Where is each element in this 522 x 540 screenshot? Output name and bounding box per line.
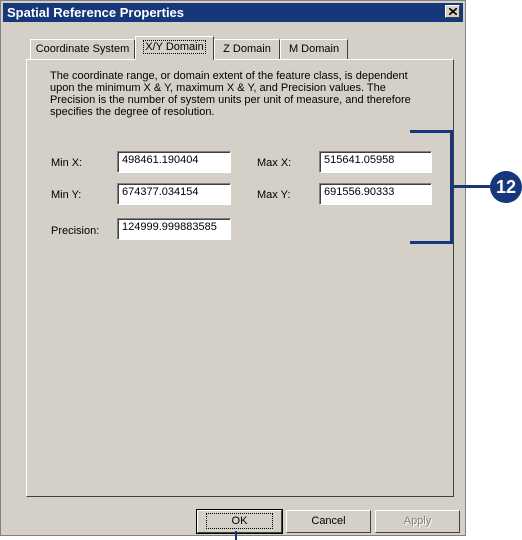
- cancel-label: Cancel: [311, 515, 346, 527]
- max-x-input[interactable]: 515641.05958: [319, 151, 432, 173]
- xy-domain-panel: [26, 59, 454, 497]
- max-y-input[interactable]: 691556.90333: [319, 183, 432, 205]
- window-title: Spatial Reference Properties: [7, 5, 185, 20]
- tab-coordinate-system[interactable]: Coordinate System: [30, 39, 135, 59]
- tab-m-domain[interactable]: M Domain: [280, 39, 348, 59]
- ok-button[interactable]: OK: [196, 509, 283, 534]
- tab-label: M Domain: [288, 43, 340, 55]
- callout-number-badge: 12: [490, 171, 522, 203]
- min-x-label: Min X:: [51, 157, 83, 169]
- ok-label: OK: [205, 513, 274, 529]
- tab-xy-domain[interactable]: X/Y Domain: [135, 36, 214, 60]
- min-x-input[interactable]: 498461.190404: [117, 151, 231, 173]
- tab-label: Z Domain: [223, 43, 271, 55]
- tab-z-domain[interactable]: Z Domain: [214, 39, 280, 59]
- title-bar[interactable]: Spatial Reference Properties: [3, 3, 463, 22]
- callout-bracket-top: [410, 130, 452, 133]
- max-y-label: Max Y:: [257, 189, 291, 201]
- callout-bracket-bottom: [410, 241, 452, 244]
- apply-button: Apply: [375, 510, 460, 533]
- tab-label: X/Y Domain: [143, 40, 206, 54]
- close-button[interactable]: [445, 5, 460, 18]
- close-icon: [449, 8, 457, 15]
- callout-connector: [452, 185, 492, 188]
- precision-input[interactable]: 124999.999883585: [117, 218, 231, 240]
- min-y-input[interactable]: 674377.034154: [117, 183, 231, 205]
- cancel-button[interactable]: Cancel: [286, 510, 371, 533]
- apply-label: Apply: [403, 515, 432, 527]
- tab-label: Coordinate System: [35, 43, 130, 55]
- min-y-label: Min Y:: [51, 189, 82, 201]
- domain-description: The coordinate range, or domain extent o…: [50, 70, 411, 118]
- ok-pointer-line: [235, 531, 237, 540]
- spatial-reference-dialog: Spatial Reference Properties Coordinate …: [0, 0, 466, 536]
- max-x-label: Max X:: [257, 157, 292, 169]
- precision-label: Precision:: [51, 225, 100, 237]
